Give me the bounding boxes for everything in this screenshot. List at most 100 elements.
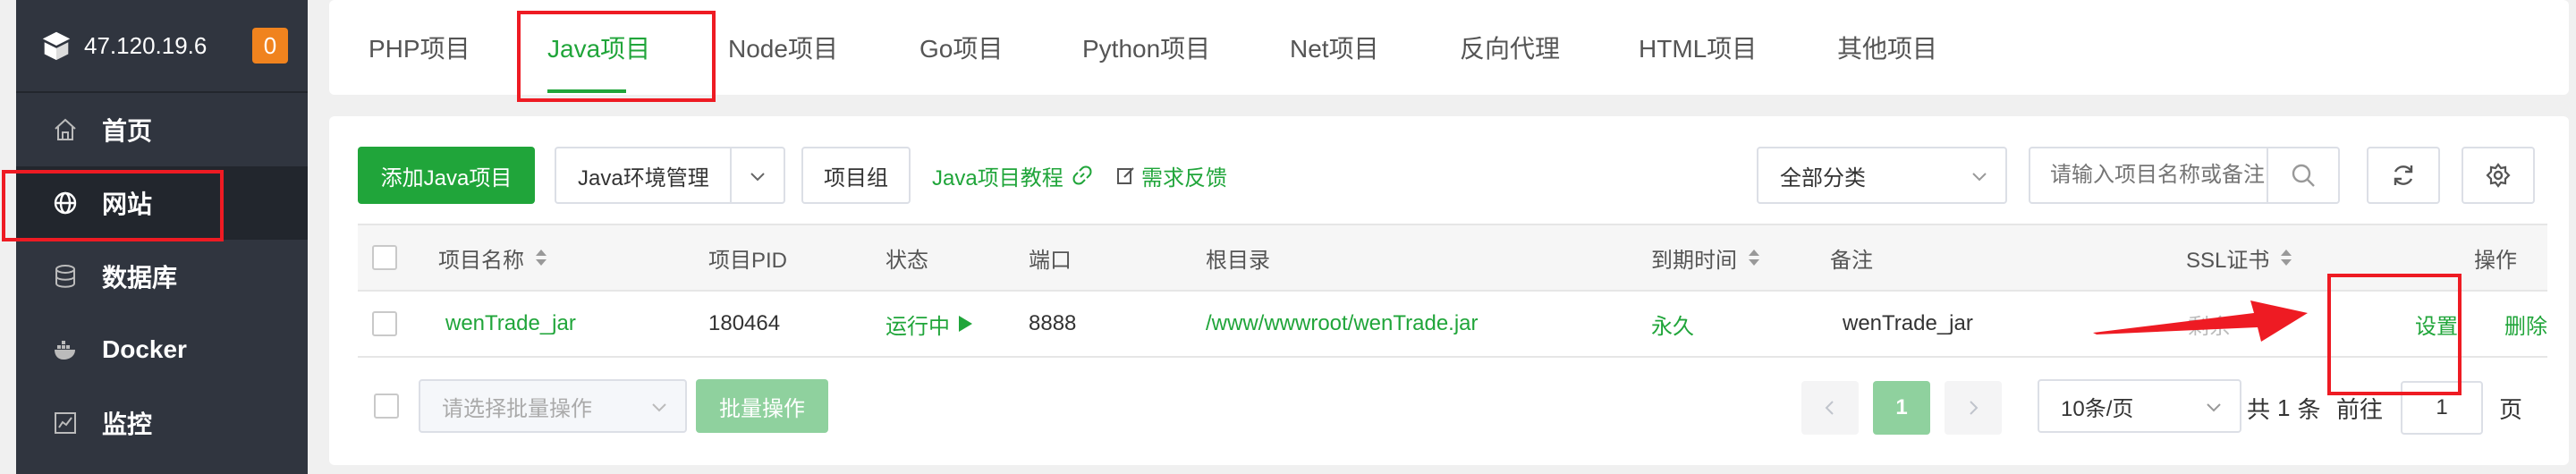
column-header-label: 项目名称: [438, 248, 524, 273]
sidebar-item-label: Docker: [102, 335, 187, 363]
tab-java[interactable]: Java项目: [547, 0, 650, 95]
row-checkbox[interactable]: [372, 311, 397, 336]
batch-operation-placeholder: 请选择批量操作: [442, 396, 592, 421]
project-root-link[interactable]: /www/wwwroot/wenTrade.jar: [1206, 292, 1479, 356]
tab-php[interactable]: PHP项目: [369, 0, 470, 95]
sort-icon: [2281, 250, 2292, 266]
search-icon: [2292, 164, 2315, 187]
chevron-down-icon: [1972, 173, 1987, 182]
batch-operation-select[interactable]: 请选择批量操作: [419, 379, 687, 433]
project-panel: 添加Java项目 Java环境管理 项目组 Java项目教程 需求反馈 全部分类…: [329, 116, 2569, 465]
project-search-input[interactable]: [2029, 147, 2268, 204]
add-java-project-button[interactable]: 添加Java项目: [358, 147, 535, 204]
settings-button[interactable]: [2462, 147, 2535, 204]
sidebar-item-label: 监控: [102, 411, 153, 438]
server-ip[interactable]: 47.120.19.6: [84, 32, 252, 60]
sidebar-item-database[interactable]: 数据库: [16, 240, 308, 313]
java-tutorial-link[interactable]: Java项目教程: [932, 147, 1092, 204]
project-pid: 180464: [708, 311, 781, 335]
edit-icon: [1117, 167, 1134, 184]
total-count: 1: [2277, 394, 2291, 421]
project-remark[interactable]: wenTrade_jar: [1843, 292, 1973, 356]
feedback-link[interactable]: 需求反馈: [1116, 147, 1227, 204]
column-header-action: 操作: [2474, 248, 2517, 273]
docker-icon: [55, 341, 75, 360]
next-page-button[interactable]: [1945, 381, 2002, 435]
column-header-status: 状态: [886, 248, 928, 273]
delete-action-link[interactable]: 删除: [2504, 292, 2547, 356]
sort-icon: [536, 250, 547, 266]
footer-select-all-checkbox[interactable]: [374, 394, 399, 419]
batch-operation-button[interactable]: 批量操作: [696, 379, 828, 433]
java-env-manage-label: Java环境管理: [578, 165, 709, 190]
sort-icon: [1749, 250, 1759, 266]
notification-badge[interactable]: 0: [252, 28, 288, 63]
feedback-label: 需求反馈: [1141, 165, 1227, 190]
column-header-port: 端口: [1029, 248, 1072, 273]
java-env-manage-dropdown[interactable]: Java环境管理: [555, 147, 785, 204]
tab-python[interactable]: Python项目: [1082, 0, 1210, 95]
chevron-right-icon: [1970, 401, 1979, 415]
sidebar-item-monitor[interactable]: 监控: [16, 386, 308, 460]
sidebar-nav: 首页 网站 数据库 Docker 监控: [16, 93, 308, 460]
prev-page-button[interactable]: [1801, 381, 1859, 435]
column-header-root: 根目录: [1206, 248, 1270, 273]
page-number-button[interactable]: 1: [1873, 381, 1930, 435]
tab-node[interactable]: Node项目: [728, 0, 838, 95]
home-icon: [55, 118, 76, 140]
refresh-button[interactable]: [2367, 147, 2440, 204]
status-label: 运行中: [886, 314, 950, 339]
select-all-checkbox[interactable]: [372, 245, 397, 270]
column-header-label: 到期时间: [1651, 248, 1737, 273]
sidebar-item-label: 网站: [102, 190, 153, 218]
refresh-icon: [2394, 165, 2413, 185]
column-header-remark: 备注: [1830, 248, 1873, 273]
category-select-value: 全部分类: [1780, 165, 1866, 190]
column-header-pid: 项目PID: [708, 248, 788, 273]
column-header-name[interactable]: 项目名称: [438, 225, 547, 290]
page-size-select[interactable]: 10条/页: [2038, 379, 2241, 433]
settings-action-link[interactable]: 设置: [2415, 292, 2458, 356]
tab-go[interactable]: Go项目: [919, 0, 1003, 95]
sidebar-item-label: 数据库: [102, 264, 178, 292]
chevron-down-icon: [652, 403, 666, 412]
sidebar-item-label: 首页: [102, 117, 153, 145]
project-status[interactable]: 运行中: [886, 292, 973, 356]
table-header: 项目名称 项目PID 状态 端口 根目录 到期时间 备注 SSL证书 操作: [358, 224, 2547, 292]
sidebar-item-docker[interactable]: Docker: [16, 313, 308, 386]
goto-page-input[interactable]: [2401, 381, 2483, 435]
project-expire[interactable]: 永久: [1651, 292, 1694, 356]
globe-icon: [54, 191, 77, 215]
ssl-status[interactable]: 剩余: [2188, 292, 2231, 356]
total-count-text: 共 1 条: [2247, 381, 2321, 435]
total-prefix: 共: [2247, 395, 2271, 423]
column-header-ssl[interactable]: SSL证书: [2186, 225, 2292, 290]
dropdown-divider: [730, 148, 732, 202]
play-icon: [959, 316, 972, 332]
sidebar-item-website[interactable]: 网站: [16, 166, 308, 240]
tab-net[interactable]: Net项目: [1290, 0, 1379, 95]
chevron-down-icon: [2207, 403, 2221, 412]
project-group-button[interactable]: 项目组: [801, 147, 911, 204]
tab-other[interactable]: 其他项目: [1837, 0, 1937, 95]
search-button[interactable]: [2267, 147, 2340, 204]
column-header-label: SSL证书: [2186, 248, 2270, 273]
link-icon: [1072, 165, 1092, 185]
tab-reverse-proxy[interactable]: 反向代理: [1460, 0, 1560, 95]
page-size-value: 10条/页: [2061, 396, 2134, 421]
page-suffix-label: 页: [2499, 395, 2523, 423]
sidebar-item-home[interactable]: 首页: [16, 93, 308, 166]
project-name-link[interactable]: wenTrade_jar: [445, 292, 576, 356]
goto-label: 前往: [2336, 395, 2384, 423]
sidebar-header: 47.120.19.6 0: [16, 0, 308, 93]
sidebar: 47.120.19.6 0 首页 网站 数据库 Docker 监控: [16, 0, 308, 474]
tab-html[interactable]: HTML项目: [1639, 0, 1757, 95]
active-tab-indicator: [547, 89, 626, 93]
total-suffix: 条: [2297, 395, 2321, 423]
category-select[interactable]: 全部分类: [1757, 147, 2007, 204]
server-logo-icon: [42, 31, 71, 61]
chevron-left-icon: [1825, 401, 1834, 415]
monitor-icon: [55, 412, 76, 434]
project-port: 8888: [1029, 311, 1077, 335]
column-header-expire[interactable]: 到期时间: [1651, 225, 1760, 290]
